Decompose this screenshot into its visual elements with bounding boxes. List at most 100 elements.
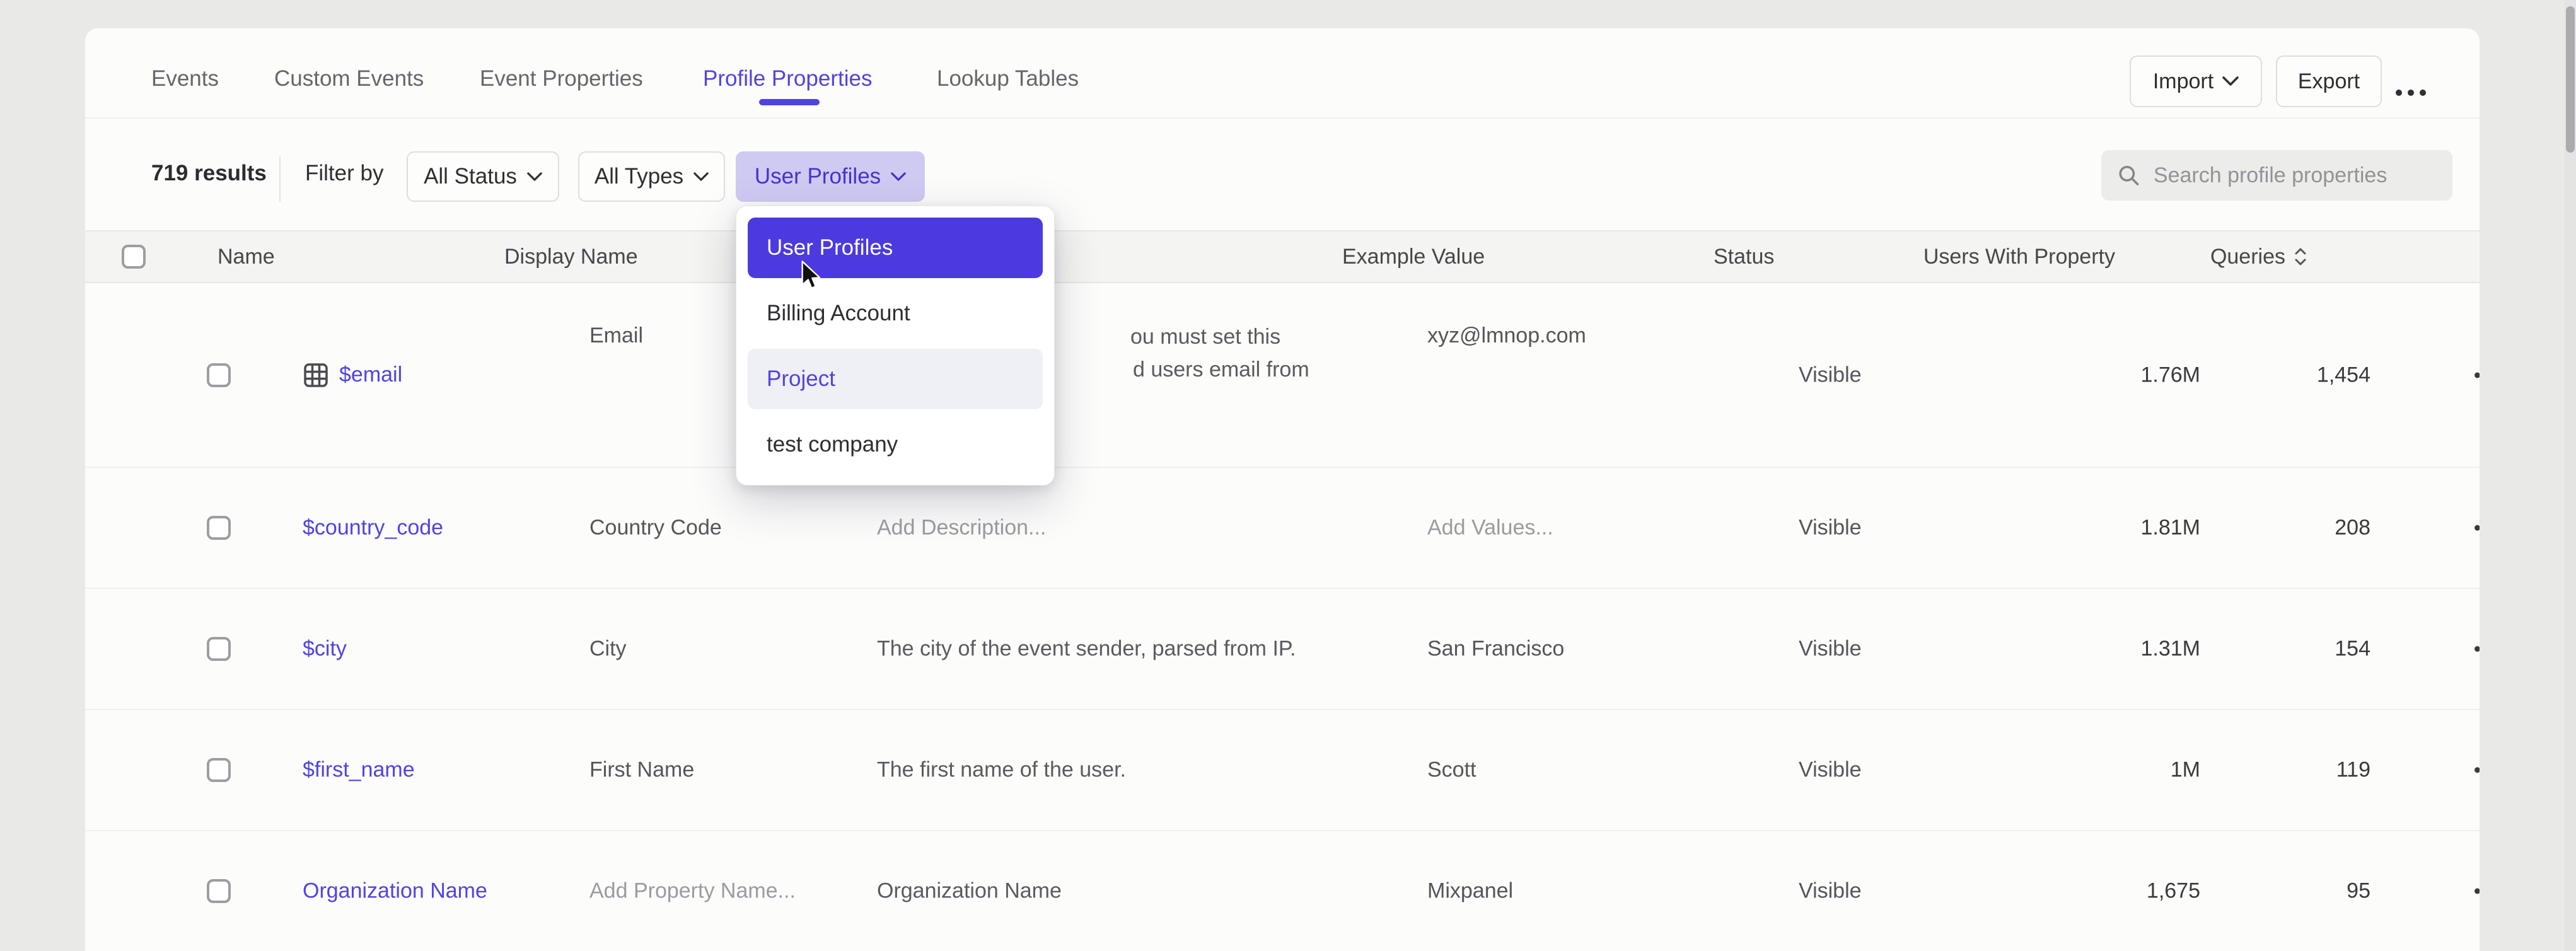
column-header-name: Name: [218, 231, 275, 282]
display-name-cell[interactable]: Email: [589, 324, 643, 348]
filter-by-label: Filter by: [305, 161, 383, 186]
status-filter-label: All Status: [424, 164, 517, 189]
status-cell: Visible: [1799, 758, 1862, 783]
property-name-link[interactable]: $city: [303, 637, 347, 662]
row-actions-button[interactable]: [2474, 525, 2480, 531]
row-actions-button[interactable]: [2474, 646, 2480, 652]
row-checkbox-cell: [207, 516, 231, 540]
row-checkbox-cell: [207, 758, 231, 782]
display-name-cell[interactable]: Add Property Name...: [589, 879, 796, 904]
ellipsis-icon: [2474, 889, 2480, 894]
scrollbar-thumb[interactable]: [2566, 6, 2575, 153]
ellipsis-icon: [2474, 767, 2480, 773]
queries-cell: 95: [2241, 879, 2370, 904]
search-input[interactable]: [2154, 163, 2437, 188]
row-checkbox[interactable]: [207, 758, 231, 782]
tab-custom-events[interactable]: Custom Events: [274, 60, 424, 98]
content-card: Events Custom Events Event Properties Pr…: [85, 28, 2480, 951]
queries-cell: 208: [2241, 516, 2370, 540]
row-checkbox-cell: [207, 637, 231, 661]
chevron-down-icon: [527, 172, 542, 182]
row-checkbox[interactable]: [207, 516, 231, 540]
description-cell[interactable]: The city of the event sender, parsed fro…: [877, 637, 1296, 662]
ellipsis-icon: [2474, 525, 2480, 531]
status-cell: Visible: [1799, 363, 1862, 387]
display-name-cell[interactable]: Country Code: [589, 516, 722, 540]
more-actions-button[interactable]: [2396, 90, 2426, 96]
profile-type-dropdown-menu: User Profiles Billing Account Project te…: [736, 206, 1055, 486]
table-row: $first_name First Name The first name of…: [85, 710, 2480, 831]
dropdown-item-user-profiles[interactable]: User Profiles: [748, 218, 1043, 278]
ellipsis-icon: [2396, 90, 2402, 96]
table-row: $country_code Country Code Add Descripti…: [85, 468, 2480, 589]
property-name-link[interactable]: $country_code: [303, 516, 443, 540]
status-cell: Visible: [1799, 879, 1862, 904]
dropdown-item-test-company[interactable]: test company: [748, 414, 1043, 475]
select-all-checkbox[interactable]: [122, 245, 146, 269]
row-checkbox[interactable]: [207, 363, 231, 387]
property-name-link[interactable]: $email: [339, 363, 402, 387]
property-name-link[interactable]: Organization Name: [303, 879, 487, 904]
dropdown-item-billing-account[interactable]: Billing Account: [748, 283, 1043, 344]
row-actions-button[interactable]: [2474, 889, 2480, 894]
users-with-property-cell: 1.76M: [1976, 363, 2200, 387]
display-name-cell[interactable]: City: [589, 637, 627, 662]
tab-lookup-tables[interactable]: Lookup Tables: [937, 60, 1079, 98]
users-with-property-cell: 1,675: [1976, 879, 2200, 904]
example-value-cell[interactable]: Mixpanel: [1427, 879, 1513, 904]
users-with-property-cell: 1.31M: [1976, 637, 2200, 662]
users-with-property-cell: 1.81M: [1976, 516, 2200, 540]
description-cell[interactable]: Add Description...: [877, 516, 1046, 540]
queries-cell: 154: [2241, 637, 2370, 662]
row-checkbox-cell: [207, 363, 231, 387]
row-actions-button[interactable]: [2474, 372, 2480, 378]
property-name-link[interactable]: $first_name: [303, 758, 415, 783]
description-fragment: d users email from: [1133, 358, 1309, 382]
status-cell: Visible: [1799, 516, 1862, 540]
filter-divider: [279, 156, 281, 202]
chevron-down-icon: [891, 172, 906, 182]
dropdown-item-project[interactable]: Project: [748, 349, 1043, 409]
property-name-cell: $first_name: [303, 758, 415, 783]
profile-type-filter-dropdown[interactable]: User Profiles: [736, 151, 925, 202]
tab-profile-properties[interactable]: Profile Properties: [703, 60, 872, 98]
example-value-cell[interactable]: xyz@lmnop.com: [1427, 324, 1586, 348]
column-header-status: Status: [1714, 231, 1774, 282]
column-header-queries[interactable]: Queries: [2156, 231, 2285, 282]
example-value-cell[interactable]: Scott: [1427, 758, 1476, 783]
property-name-cell: $email: [303, 362, 402, 388]
type-filter-dropdown[interactable]: All Types: [578, 151, 725, 202]
property-name-cell: $city: [303, 637, 347, 662]
sort-icon[interactable]: [2294, 231, 2307, 282]
column-header-display-name: Display Name: [504, 231, 638, 282]
row-checkbox-cell: [207, 879, 231, 903]
table-grid-icon: [303, 362, 329, 388]
chevron-down-icon: [2222, 76, 2239, 86]
status-filter-dropdown[interactable]: All Status: [407, 151, 559, 202]
table-row: $city City The city of the event sender,…: [85, 589, 2480, 710]
export-button[interactable]: Export: [2276, 55, 2382, 107]
row-checkbox[interactable]: [207, 637, 231, 661]
results-count: 719 results: [151, 161, 267, 186]
tab-event-properties[interactable]: Event Properties: [480, 60, 643, 98]
row-actions-button[interactable]: [2474, 767, 2480, 773]
status-cell: Visible: [1799, 637, 1862, 662]
example-value-cell[interactable]: Add Values...: [1427, 516, 1553, 540]
profile-type-filter-label: User Profiles: [755, 164, 881, 189]
property-name-cell: Organization Name: [303, 879, 487, 904]
description-cell[interactable]: The first name of the user.: [877, 758, 1126, 783]
tab-events[interactable]: Events: [151, 60, 219, 98]
type-filter-label: All Types: [595, 164, 683, 189]
ellipsis-icon: [2474, 372, 2480, 378]
display-name-cell[interactable]: First Name: [589, 758, 694, 783]
column-header-users-with-property: Users With Property: [1891, 231, 2115, 282]
description-cell[interactable]: Organization Name: [877, 879, 1062, 904]
row-checkbox[interactable]: [207, 879, 231, 903]
scrollbar-track[interactable]: [2565, 0, 2576, 951]
users-with-property-cell: 1M: [1976, 758, 2200, 783]
example-value-cell[interactable]: San Francisco: [1427, 637, 1564, 662]
import-button[interactable]: Import: [2130, 55, 2262, 107]
table-row: $email Email ou must set this d users em…: [85, 283, 2480, 468]
export-button-label: Export: [2298, 69, 2360, 94]
mouse-cursor: [799, 260, 822, 293]
